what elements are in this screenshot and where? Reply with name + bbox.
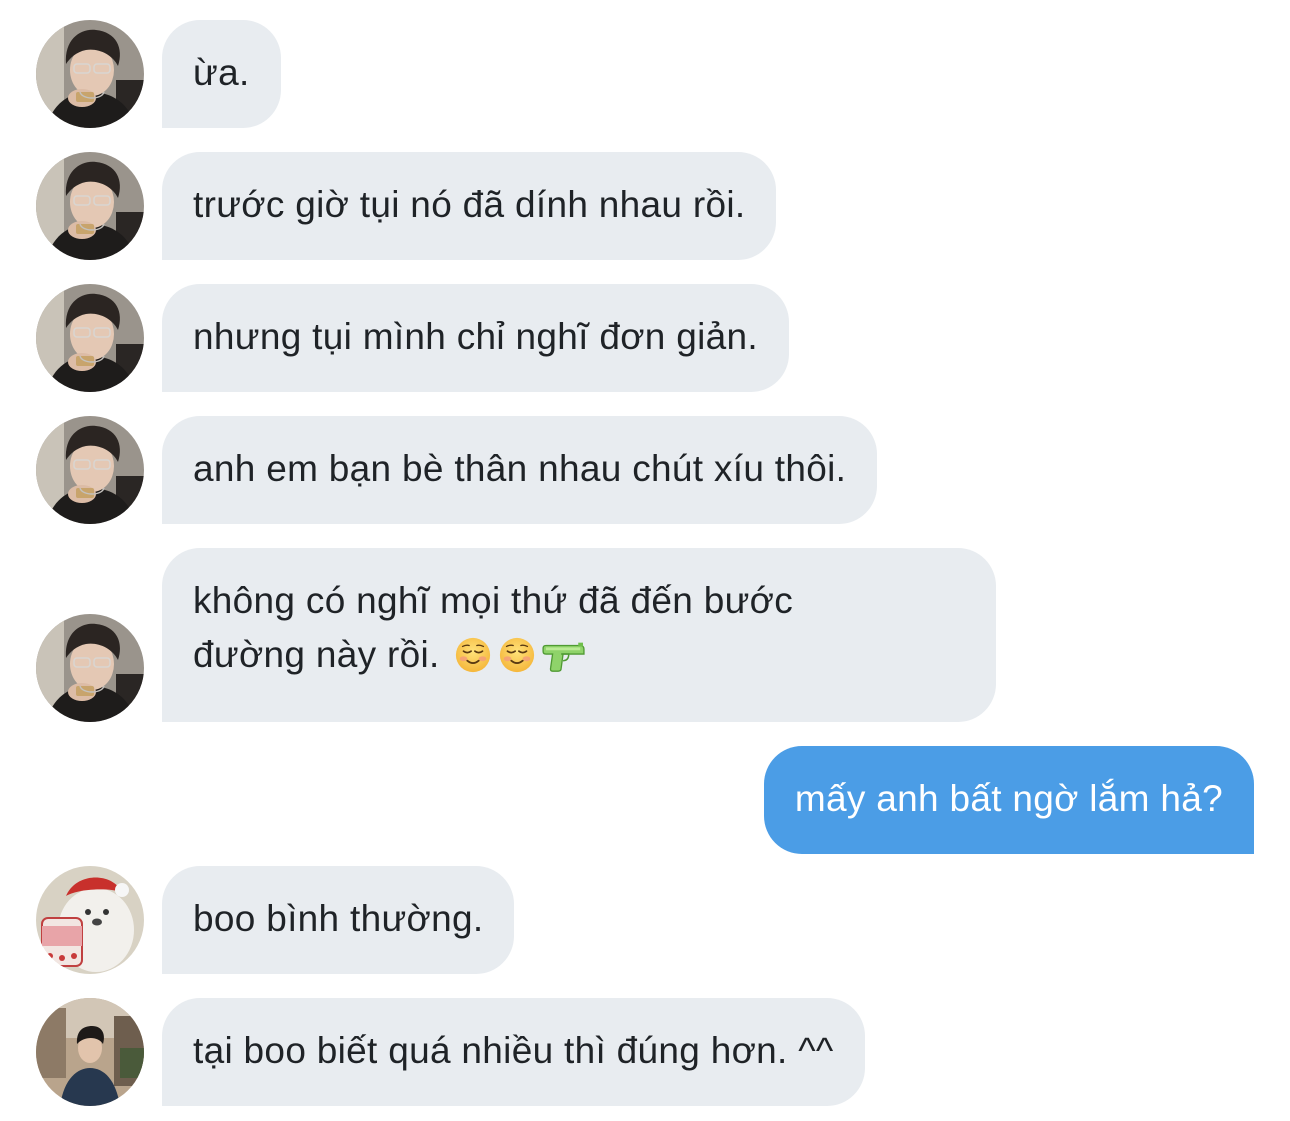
- message-row: tại boo biết quá nhiều thì đúng hơn. ^^: [0, 998, 1290, 1106]
- avatar[interactable]: [36, 152, 144, 260]
- message-row: ừa.: [0, 20, 1290, 128]
- message-bubble[interactable]: anh em bạn bè thân nhau chút xíu thôi.: [162, 416, 878, 524]
- avatar[interactable]: [36, 20, 144, 128]
- message-row: mấy anh bất ngờ lắm hả?: [0, 746, 1290, 854]
- message-text: ừa.: [193, 52, 250, 93]
- message-bubble-outgoing[interactable]: mấy anh bất ngờ lắm hả?: [763, 746, 1254, 854]
- message-text: đường này rồi.: [193, 634, 440, 675]
- message-text: boo bình thường.: [193, 898, 484, 939]
- message-row: không có nghĩ mọi thứ đã đến bước đường …: [0, 548, 1290, 722]
- message-text: tại boo biết quá nhiều thì đúng hơn. ^^: [193, 1030, 834, 1071]
- avatar[interactable]: [36, 614, 144, 722]
- water-pistol-icon: [542, 636, 586, 674]
- message-text-line-1: không có nghĩ mọi thứ đã đến bước: [193, 580, 794, 621]
- message-bubble[interactable]: tại boo biết quá nhiều thì đúng hơn. ^^: [162, 998, 865, 1106]
- message-row: trước giờ tụi nó đã dính nhau rồi.: [0, 152, 1290, 260]
- user-photo-icon: [36, 998, 144, 1106]
- smiling-face-icon: [454, 636, 492, 674]
- chat-thread: ừa. trước giờ tụi nó đã dính nhau rồi. n…: [0, 0, 1290, 1121]
- message-text: trước giờ tụi nó đã dính nhau rồi.: [193, 184, 746, 225]
- message-bubble[interactable]: nhưng tụi mình chỉ nghĩ đơn giản.: [162, 284, 789, 392]
- avatar[interactable]: [36, 284, 144, 392]
- smiling-face-icon: [498, 636, 536, 674]
- user-photo-icon: [36, 866, 144, 974]
- avatar[interactable]: [36, 866, 144, 974]
- message-bubble[interactable]: trước giờ tụi nó đã dính nhau rồi.: [162, 152, 777, 260]
- message-bubble[interactable]: ừa.: [162, 20, 281, 128]
- user-photo-icon: [36, 152, 144, 260]
- user-photo-icon: [36, 614, 144, 722]
- message-row: anh em bạn bè thân nhau chút xíu thôi.: [0, 416, 1290, 524]
- message-text: anh em bạn bè thân nhau chút xíu thôi.: [193, 448, 847, 489]
- message-text: nhưng tụi mình chỉ nghĩ đơn giản.: [193, 316, 758, 357]
- message-text: mấy anh bất ngờ lắm hả?: [794, 778, 1223, 819]
- avatar[interactable]: [36, 998, 144, 1106]
- message-row: nhưng tụi mình chỉ nghĩ đơn giản.: [0, 284, 1290, 392]
- message-row: boo bình thường.: [0, 866, 1290, 974]
- user-photo-icon: [36, 20, 144, 128]
- user-photo-icon: [36, 284, 144, 392]
- avatar[interactable]: [36, 416, 144, 524]
- message-bubble[interactable]: không có nghĩ mọi thứ đã đến bước đường …: [162, 548, 996, 722]
- user-photo-icon: [36, 416, 144, 524]
- message-text-line-2: đường này rồi.: [193, 628, 965, 682]
- message-bubble[interactable]: boo bình thường.: [162, 866, 515, 974]
